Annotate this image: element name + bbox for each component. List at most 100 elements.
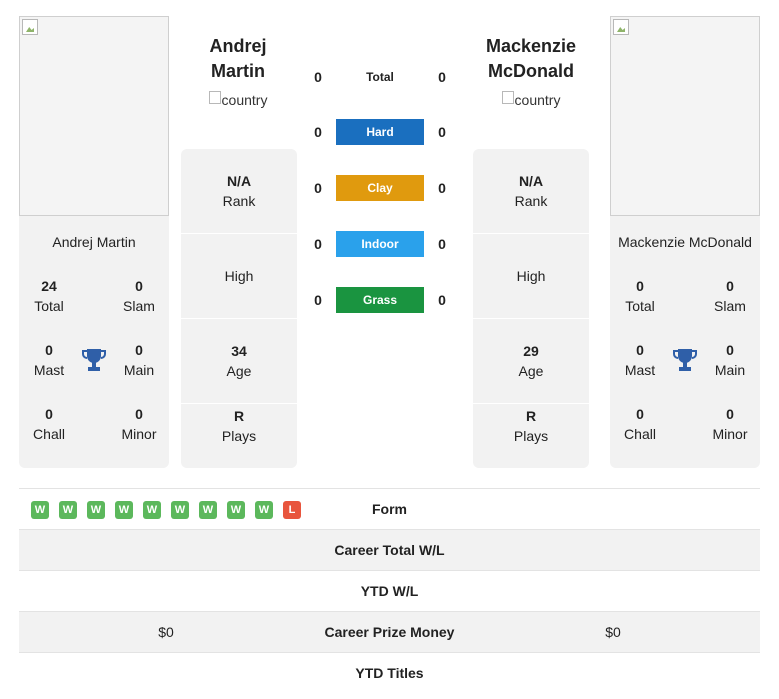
surface-row-grass: 0 Grass 0 <box>305 286 455 314</box>
broken-image-icon <box>613 19 629 35</box>
ytd-wl-label: YTD W/L <box>360 583 419 599</box>
surface-badge-grass[interactable]: Grass <box>336 287 424 313</box>
player2-heading-first[interactable]: Mackenzie <box>461 34 601 59</box>
stat-value: 0 <box>636 278 644 294</box>
player1-mast-stat: 0 Mast <box>19 340 79 380</box>
ytd-wl-row: YTD W/L <box>19 570 760 611</box>
player2-plays: R Plays <box>473 384 589 468</box>
player2-name[interactable]: Mackenzie McDonald <box>610 234 760 250</box>
plays-value: R <box>525 408 537 424</box>
surface-row-clay: 0 Clay 0 <box>305 174 455 202</box>
ytd-titles-row: YTD Titles <box>19 652 760 693</box>
comparison-table: WWWWWWWWWL Form Career Total W/L YTD W/L… <box>19 488 760 693</box>
age-value: 29 <box>523 343 539 359</box>
stat-label: Main <box>123 362 155 378</box>
player1-attributes-panel: N/A Rank High 34 Age R Plays <box>181 149 297 468</box>
surface-p1-score: 0 <box>314 236 322 252</box>
player2-country-flag: country <box>501 90 561 108</box>
player1-minor-stat: 0 Minor <box>109 404 169 444</box>
player1-chall-stat: 0 Chall <box>19 404 79 444</box>
stat-value: 0 <box>636 342 644 358</box>
player1-total-stat: 24 Total <box>19 276 79 316</box>
stat-label: Mast <box>33 362 65 378</box>
broken-image-icon <box>22 19 38 35</box>
form-row: WWWWWWWWWL Form <box>19 488 760 529</box>
country-alt-text: country <box>221 92 268 108</box>
player2-heading-last[interactable]: McDonald <box>461 59 601 84</box>
surface-row-hard: 0 Hard 0 <box>305 118 455 146</box>
surface-badge-clay[interactable]: Clay <box>336 175 424 201</box>
rank-label: Rank <box>222 193 256 209</box>
prize-money-row: $0 Career Prize Money $0 <box>19 611 760 652</box>
form-label: Form <box>372 501 407 517</box>
player2-chall-stat: 0 Chall <box>610 404 670 444</box>
player1-main-stat: 0 Main <box>109 340 169 380</box>
high-label: High <box>516 268 546 284</box>
player2-photo <box>610 16 760 216</box>
age-value: 34 <box>231 343 247 359</box>
player1-stats-card: Andrej Martin 24 Total 0 Slam 0 Mast 0 M… <box>19 216 169 468</box>
player2-high: High <box>473 234 589 319</box>
player1-photo <box>19 16 169 216</box>
trophy-icon <box>673 349 697 371</box>
plays-value: R <box>233 408 245 424</box>
player1-rank: N/A Rank <box>181 149 297 234</box>
surface-p1-score: 0 <box>314 292 322 308</box>
player1-heading-first[interactable]: Andrej <box>168 34 308 59</box>
stat-value: 0 <box>135 406 143 422</box>
plays-label: Plays <box>221 428 257 444</box>
player1-plays: R Plays <box>181 384 297 468</box>
player2-minor-stat: 0 Minor <box>700 404 760 444</box>
stat-label: Mast <box>624 362 656 378</box>
player2-slam-stat: 0 Slam <box>700 276 760 316</box>
stat-label: Chall <box>624 426 656 442</box>
stat-value: 0 <box>726 278 734 294</box>
surface-p2-score: 0 <box>438 124 446 140</box>
stat-label: Main <box>714 362 746 378</box>
surface-badge-hard[interactable]: Hard <box>336 119 424 145</box>
high-label: High <box>224 268 254 284</box>
player2-main-stat: 0 Main <box>700 340 760 380</box>
stat-label: Total <box>625 298 655 314</box>
surface-p2-score: 0 <box>438 292 446 308</box>
player1-slam-stat: 0 Slam <box>109 276 169 316</box>
player2-total-stat: 0 Total <box>610 276 670 316</box>
stat-label: Slam <box>714 298 746 314</box>
stat-value: 0 <box>135 278 143 294</box>
career-wl-row: Career Total W/L <box>19 529 760 570</box>
stat-value: 24 <box>41 278 57 294</box>
stat-label: Minor <box>712 426 748 442</box>
stat-label: Total <box>34 298 64 314</box>
player2-stats-card: Mackenzie McDonald 0 Total 0 Slam 0 Mast… <box>610 216 760 468</box>
surface-label-total: Total <box>366 70 394 84</box>
ytd-titles-label: YTD Titles <box>355 665 424 681</box>
stat-value: 0 <box>45 406 53 422</box>
surface-p1-score: 0 <box>314 69 322 85</box>
stat-value: 0 <box>726 406 734 422</box>
surface-row-total: 0 Total 0 <box>305 63 455 91</box>
rank-value: N/A <box>518 173 544 189</box>
player2-attributes-panel: N/A Rank High 29 Age R Plays <box>473 149 589 468</box>
stat-value: 0 <box>135 342 143 358</box>
surface-badge-indoor[interactable]: Indoor <box>336 231 424 257</box>
trophy-icon <box>82 349 106 371</box>
broken-image-icon <box>208 90 221 104</box>
surface-p2-score: 0 <box>438 180 446 196</box>
player1-header: Andrej Martin country <box>168 34 308 110</box>
stat-label: Slam <box>123 298 155 314</box>
career-wl-label: Career Total W/L <box>334 542 445 558</box>
country-alt-text: country <box>514 92 561 108</box>
surface-p1-score: 0 <box>314 180 322 196</box>
surface-p1-score: 0 <box>314 124 322 140</box>
player2-mast-stat: 0 Mast <box>610 340 670 380</box>
player1-high: High <box>181 234 297 319</box>
player1-name[interactable]: Andrej Martin <box>19 234 169 250</box>
age-label: Age <box>226 363 252 379</box>
surface-p2-score: 0 <box>438 69 446 85</box>
stat-value: 0 <box>636 406 644 422</box>
surface-p2-score: 0 <box>438 236 446 252</box>
stat-label: Chall <box>33 426 65 442</box>
age-label: Age <box>518 363 544 379</box>
player1-heading-last[interactable]: Martin <box>168 59 308 84</box>
player2-header: Mackenzie McDonald country <box>461 34 601 110</box>
